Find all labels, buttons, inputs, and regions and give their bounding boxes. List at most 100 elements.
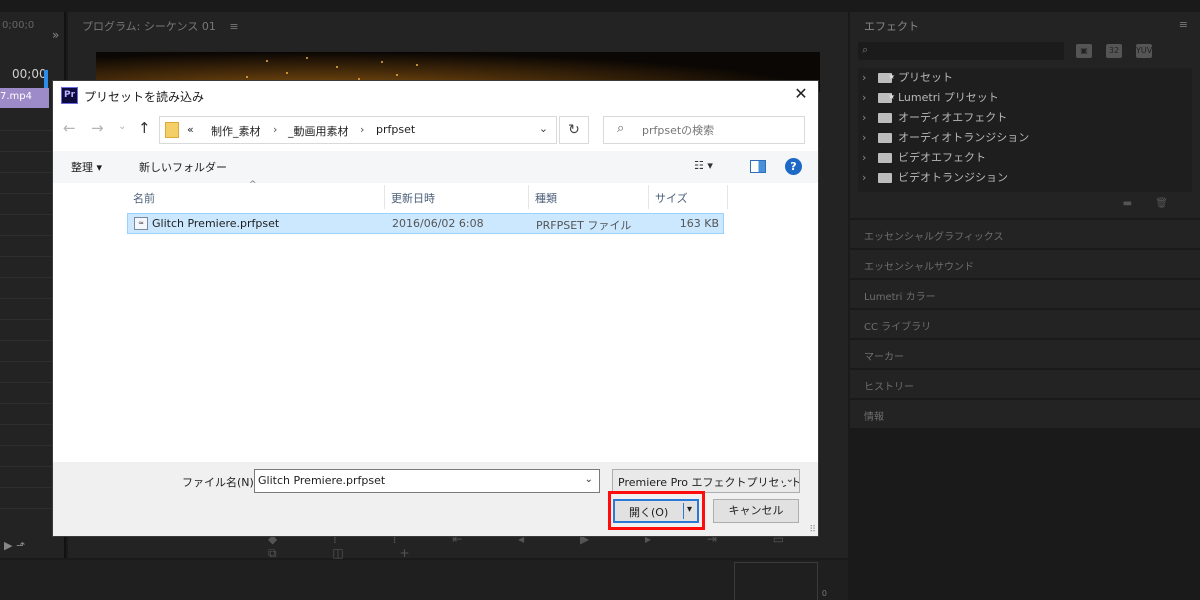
command-bar: 整理 ▾ 新しいフォルダー ☷ ▾ ? xyxy=(53,151,818,183)
help-icon[interactable]: ? xyxy=(785,158,802,175)
panel-menu-icon[interactable]: ≡ xyxy=(229,20,238,33)
refresh-button[interactable]: ↻ xyxy=(559,116,589,144)
column-name[interactable]: 名前 xyxy=(127,185,385,209)
filetype-label: Premiere Pro エフェクトプリセット (* xyxy=(618,476,800,489)
timeline-tool-icons[interactable]: ▶ ⬏ xyxy=(4,539,25,552)
effects-item-label: ビデオトランジション xyxy=(898,171,1008,184)
search-box[interactable]: ⌕ xyxy=(603,116,805,144)
program-monitor-title[interactable]: プログラム: シーケンス 01 ≡ xyxy=(82,18,239,34)
chevron-right-icon[interactable]: › xyxy=(862,148,866,168)
dialog-titlebar[interactable]: Pr プリセットを読み込み ✕ xyxy=(53,81,818,111)
chevron-down-icon[interactable]: ⌄ xyxy=(585,474,593,485)
breadcrumb-overflow[interactable]: « xyxy=(187,123,194,136)
audio-meter-label: 0 xyxy=(821,589,827,598)
breadcrumb-item[interactable]: prfpset xyxy=(376,123,415,136)
left-timecode: 0;00;0 xyxy=(2,20,35,31)
playhead-marker[interactable] xyxy=(44,70,48,88)
32bit-effects-icon[interactable]: 32 xyxy=(1106,44,1122,58)
section-cc-libraries[interactable]: CC ライブラリ xyxy=(850,308,1200,336)
column-size[interactable]: サイズ xyxy=(649,185,728,209)
filename-field[interactable]: ⌄ xyxy=(254,469,600,493)
section-info[interactable]: 情報 xyxy=(850,398,1200,426)
effects-item-presets[interactable]: › ★ プリセット xyxy=(858,68,1192,88)
firework-sparkle xyxy=(381,61,383,63)
expand-panels-icon[interactable]: » xyxy=(52,28,59,42)
section-history[interactable]: ヒストリー xyxy=(850,368,1200,396)
firework-sparkle xyxy=(336,66,338,68)
open-button[interactable]: 開く(O) ▾ xyxy=(613,499,699,523)
chevron-right-icon[interactable]: › xyxy=(862,88,866,108)
firework-sparkle xyxy=(396,74,398,76)
recent-locations-icon[interactable]: ⌄ xyxy=(118,121,126,132)
preset-file-icon: ≈ xyxy=(134,217,148,230)
firework-sparkle xyxy=(266,60,268,62)
audio-meter: 0 xyxy=(734,562,827,600)
panel-menu-icon[interactable]: ≡ xyxy=(1179,18,1188,31)
effects-item-label: Lumetri プリセット xyxy=(898,91,999,104)
chevron-right-icon[interactable]: › xyxy=(862,68,866,88)
folder-icon xyxy=(878,133,892,143)
file-type: PRFPSET ファイル xyxy=(536,219,632,232)
yuv-effects-icon[interactable]: YUV xyxy=(1136,44,1152,58)
effects-search-input[interactable]: ⌕ xyxy=(858,42,1064,60)
up-arrow-icon[interactable]: ↑ xyxy=(138,119,151,137)
effects-item-audio-effects[interactable]: › オーディオエフェクト xyxy=(858,108,1192,128)
star-icon: ★ xyxy=(888,92,896,101)
effects-item-video-effects[interactable]: › ビデオエフェクト xyxy=(858,148,1192,168)
effects-item-lumetri-presets[interactable]: › ★ Lumetri プリセット xyxy=(858,88,1192,108)
folder-icon xyxy=(878,153,892,163)
section-essential-sound[interactable]: エッセンシャルサウンド xyxy=(850,248,1200,276)
effects-panel-title[interactable]: エフェクト xyxy=(864,18,919,34)
timeline-clip[interactable]: 7.mp4 xyxy=(0,88,49,108)
effects-footer-icons[interactable]: ▬ 🗑 xyxy=(1123,198,1178,209)
search-icon: ⌕ xyxy=(862,43,869,56)
back-arrow-icon[interactable]: ← xyxy=(63,119,76,137)
column-type[interactable]: 種類 xyxy=(529,185,649,209)
file-row[interactable]: ≈ Glitch Premiere.prfpset 2016/06/02 6:0… xyxy=(127,213,724,234)
view-options-icon[interactable]: ☷ ▾ xyxy=(694,159,713,172)
breadcrumb-separator-icon[interactable]: › xyxy=(273,123,277,136)
preview-pane-icon[interactable] xyxy=(750,160,766,173)
chevron-down-icon[interactable]: ⌄ xyxy=(783,474,794,485)
new-folder-button[interactable]: 新しいフォルダー xyxy=(139,159,227,175)
effects-tree: › ★ プリセット › ★ Lumetri プリセット › オーディオエフェクト… xyxy=(858,68,1192,192)
forward-arrow-icon[interactable]: → xyxy=(91,119,104,137)
search-input[interactable] xyxy=(642,122,798,138)
close-icon[interactable]: ✕ xyxy=(784,81,818,107)
premiere-app-icon: Pr xyxy=(61,87,78,104)
column-modified[interactable]: 更新日時 xyxy=(385,185,529,209)
effects-item-label: オーディオエフェクト xyxy=(898,111,1008,124)
breadcrumb-item[interactable]: 制作_素材 xyxy=(211,123,261,139)
open-options-dropdown-icon[interactable]: ▾ xyxy=(687,504,692,515)
chevron-right-icon[interactable]: › xyxy=(862,128,866,148)
split-divider xyxy=(683,503,684,519)
filename-input[interactable] xyxy=(258,474,578,487)
effects-item-audio-transitions[interactable]: › オーディオトランジション xyxy=(858,128,1192,148)
organize-button[interactable]: 整理 ▾ xyxy=(71,159,102,175)
section-lumetri-color[interactable]: Lumetri カラー xyxy=(850,278,1200,306)
chevron-down-icon[interactable]: ⌄ xyxy=(539,122,548,135)
open-button-label: 開く(O) xyxy=(629,506,669,519)
dialog-title: プリセットを読み込み xyxy=(84,90,205,104)
chevron-right-icon[interactable]: › xyxy=(862,108,866,128)
firework-sparkle xyxy=(358,78,360,80)
sequence-timecode[interactable]: 00;00 xyxy=(12,67,47,81)
breadcrumb-item[interactable]: _動画用素材 xyxy=(288,123,349,139)
filetype-select[interactable]: Premiere Pro エフェクトプリセット (* ⌄ xyxy=(612,469,800,493)
chevron-right-icon[interactable]: › xyxy=(862,168,866,188)
program-monitor-title-text: プログラム: シーケンス 01 xyxy=(82,20,216,33)
file-modified: 2016/06/02 6:08 xyxy=(392,217,484,230)
section-markers[interactable]: マーカー xyxy=(850,338,1200,366)
section-essential-graphics[interactable]: エッセンシャルグラフィックス xyxy=(850,218,1200,246)
search-icon: ⌕ xyxy=(617,121,625,136)
firework-sparkle xyxy=(286,72,288,74)
transport-controls[interactable]: ◆ ⁞ ⁞ ⇤ ◂ ▶ ▸ ⇥ ▭ ⧉ ◫ + xyxy=(268,532,848,561)
effects-item-video-transitions[interactable]: › ビデオトランジション xyxy=(858,168,1192,188)
accelerated-effects-icon[interactable]: ▣ xyxy=(1076,44,1092,58)
folder-icon xyxy=(878,113,892,123)
address-bar[interactable]: « 制作_素材 › _動画用素材 › prfpset ⌄ xyxy=(159,116,557,144)
effects-item-label: オーディオトランジション xyxy=(898,131,1030,144)
breadcrumb-separator-icon[interactable]: › xyxy=(360,123,364,136)
cancel-button[interactable]: キャンセル xyxy=(713,499,799,523)
resize-grip-icon[interactable]: ⠿ xyxy=(809,525,816,535)
